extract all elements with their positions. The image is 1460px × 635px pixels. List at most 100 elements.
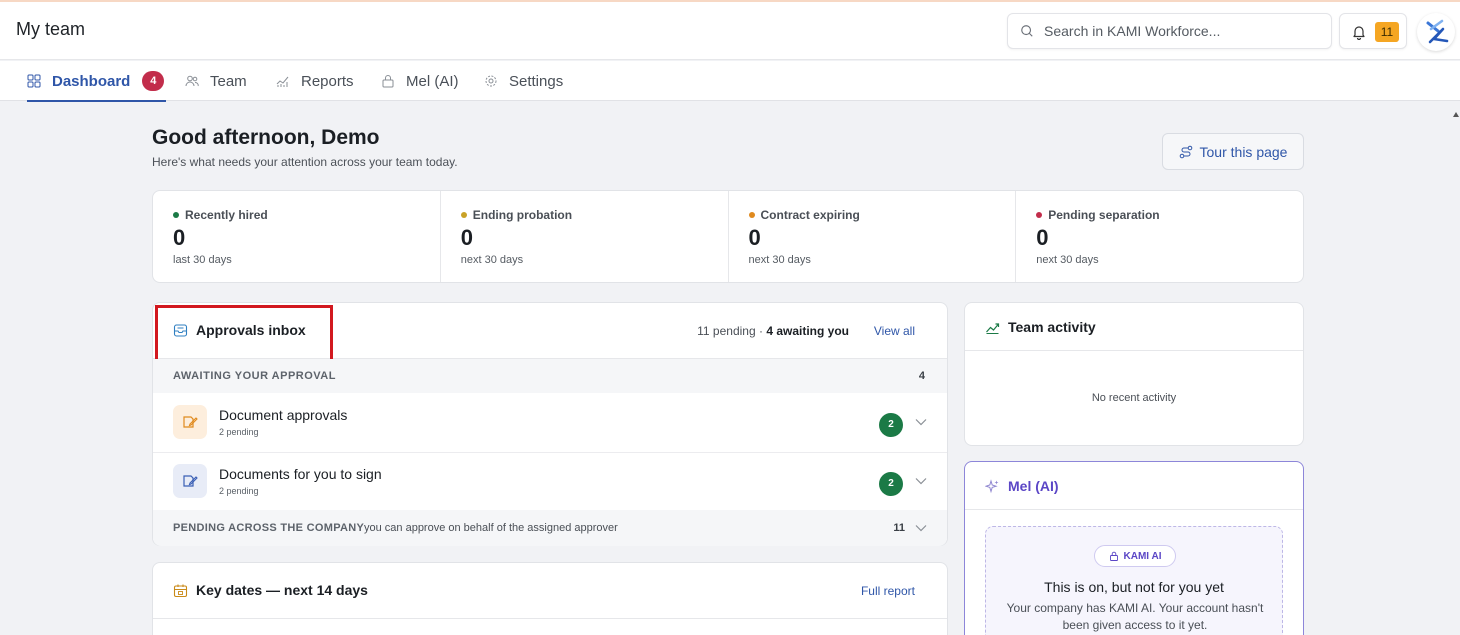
stat-pending-separation[interactable]: Pending separation 0 next 30 days	[1016, 191, 1303, 282]
chevron-down-icon[interactable]	[915, 477, 927, 485]
list-item-documents-to-sign[interactable]: Documents for you to sign 2 pending 2	[153, 452, 947, 512]
tour-button-label: Tour this page	[1199, 143, 1288, 160]
mel-ai-title-text: Mel (AI)	[1008, 478, 1059, 494]
section-label: PENDING ACROSS THE COMPANY	[173, 522, 365, 534]
approvals-header: Approvals inbox 11 pending · 4 awaiting …	[153, 303, 947, 362]
stat-label-text: Pending separation	[1048, 208, 1160, 222]
section-count: 4	[918, 370, 925, 382]
tab-label: Settings	[509, 72, 564, 90]
gear-icon	[485, 75, 497, 87]
item-icon-box	[173, 464, 207, 498]
tab-settings[interactable]: Settings	[484, 61, 563, 101]
key-dates-title-text: Key dates — next 14 days	[196, 582, 368, 598]
bell-icon	[1353, 26, 1365, 40]
ai-notice-heading: This is on, but not for you yet	[1044, 579, 1224, 595]
team-activity-card: Team activity No recent activity	[964, 302, 1304, 446]
item-title: Documents for you to sign	[219, 466, 382, 482]
full-report-link[interactable]: Full report	[861, 584, 915, 598]
tab-reports[interactable]: Reports	[276, 61, 354, 101]
stat-ending-probation[interactable]: Ending probation 0 next 30 days	[441, 191, 729, 282]
app-header: My team 11	[0, 2, 1460, 60]
stat-period: next 30 days	[1036, 254, 1099, 266]
ai-notice-body: Your company has KAMI AI. Your account h…	[1006, 601, 1264, 632]
notifications-button[interactable]: 11	[1339, 13, 1407, 49]
count-badge: 2	[879, 472, 903, 496]
stat-contract-expiring[interactable]: Contract expiring 0 next 30 days	[729, 191, 1017, 282]
stat-label-text: Ending probation	[472, 208, 573, 222]
stat-label: Pending separation	[1036, 208, 1160, 222]
tab-label: Dashboard	[52, 72, 131, 90]
signature-icon	[183, 475, 198, 487]
tab-dashboard[interactable]: Dashboard 4	[27, 61, 167, 102]
key-dates-header: Key dates — next 14 days Full report	[153, 563, 947, 619]
sparkle-icon	[985, 478, 999, 493]
app-title: My team	[16, 19, 86, 39]
page-subtitle: Here's what needs your attention across …	[152, 155, 458, 169]
stat-label: Recently hired	[173, 208, 268, 222]
mel-ai-header: Mel (AI)	[965, 462, 1303, 510]
kami-logo[interactable]	[1417, 13, 1455, 51]
dashboard-count-badge: 4	[142, 71, 165, 91]
highlight-box	[155, 305, 333, 362]
awaiting-approval-section: AWAITING YOUR APPROVAL 4	[153, 359, 947, 393]
stat-value: 0	[173, 225, 186, 250]
status-dot	[1036, 212, 1043, 218]
status-dot	[173, 212, 179, 218]
company-pending-row[interactable]: PENDING ACROSS THE COMPANY you can appro…	[153, 510, 947, 546]
section-note: you can approve on behalf of the assigne…	[364, 522, 618, 534]
stat-label-text: Contract expiring	[760, 208, 860, 222]
notification-count-badge: 11	[1375, 22, 1399, 42]
page-title: Good afternoon, Demo	[152, 126, 380, 149]
tab-mel-ai[interactable]: Mel (AI)	[381, 61, 459, 101]
stat-recently-hired[interactable]: Recently hired 0 last 30 days	[153, 191, 441, 282]
item-pending: 2 pending	[219, 486, 259, 496]
search-input[interactable]	[1044, 23, 1324, 39]
stat-value: 0	[460, 225, 473, 250]
mel-ai-title: Mel (AI)	[985, 478, 1059, 494]
stat-label-text: Recently hired	[185, 208, 268, 222]
approvals-summary: 11 pending · 4 awaiting you	[697, 324, 849, 338]
stat-value: 0	[1036, 225, 1049, 250]
team-activity-header: Team activity	[965, 303, 1303, 351]
key-dates-title: Key dates — next 14 days	[173, 582, 368, 598]
stat-period: next 30 days	[748, 254, 811, 266]
main-nav: Dashboard 4 Team Reports Mel (AI) Settin…	[0, 61, 1460, 102]
tab-label: Mel (AI)	[406, 72, 459, 90]
document-edit-icon	[183, 416, 198, 428]
kami-logo-icon	[1426, 19, 1449, 44]
chevron-down-icon[interactable]	[915, 524, 927, 532]
chevron-down-icon[interactable]	[915, 418, 927, 426]
stat-label: Contract expiring	[748, 208, 860, 222]
awaiting-count-text: 4 awaiting you	[766, 324, 849, 338]
lock-icon	[1109, 551, 1118, 561]
stats-summary: Recently hired 0 last 30 days Ending pro…	[152, 190, 1304, 283]
view-all-link[interactable]: View all	[874, 324, 915, 338]
section-label: AWAITING YOUR APPROVAL	[173, 370, 336, 382]
status-dot	[460, 212, 467, 218]
reports-icon	[276, 76, 289, 87]
empty-state-text: No recent activity	[1091, 392, 1177, 404]
item-title: Document approvals	[219, 407, 348, 423]
team-activity-title: Team activity	[985, 319, 1096, 335]
approvals-inbox-card: Approvals inbox 11 pending · 4 awaiting …	[152, 302, 948, 546]
stat-value: 0	[748, 225, 761, 250]
count-badge: 2	[879, 413, 903, 437]
stat-period: last 30 days	[173, 254, 232, 266]
scrollbar-up-arrow[interactable]	[1453, 112, 1459, 117]
pending-count-text: 11 pending ·	[697, 324, 767, 338]
tour-page-button[interactable]: Tour this page	[1162, 133, 1304, 170]
item-icon-box	[173, 405, 207, 439]
search-box[interactable]	[1007, 13, 1332, 49]
stat-period: next 30 days	[460, 254, 524, 266]
status-dot	[748, 212, 755, 218]
mel-ai-card: Mel (AI) KAMI AI This is on, but not for…	[964, 461, 1304, 635]
stat-label: Ending probation	[460, 208, 573, 222]
tab-team[interactable]: Team	[185, 61, 247, 101]
route-icon	[1179, 145, 1192, 158]
kami-ai-pill-text: KAMI AI	[1123, 550, 1162, 562]
trend-icon	[986, 322, 1000, 334]
tab-label: Team	[210, 72, 247, 90]
kami-ai-pill: KAMI AI	[1094, 545, 1176, 567]
list-item-document-approvals[interactable]: Document approvals 2 pending 2	[153, 393, 947, 453]
calendar-icon	[173, 584, 188, 597]
